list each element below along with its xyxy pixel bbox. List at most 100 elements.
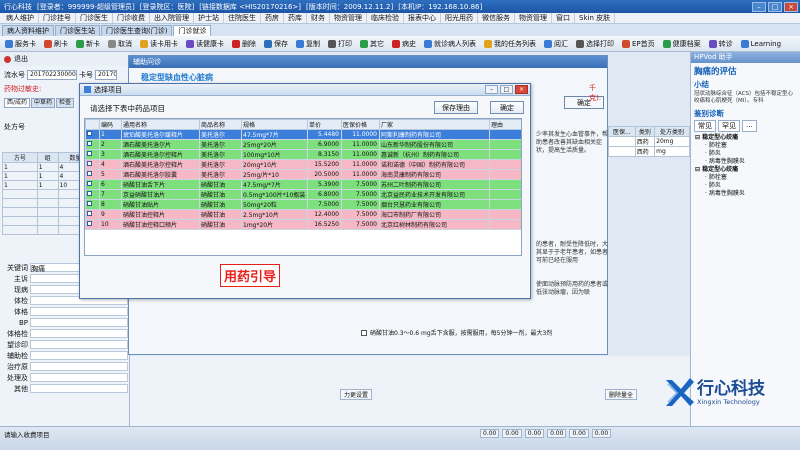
checkbox-icon[interactable] — [87, 201, 92, 206]
maximize-button[interactable]: □ — [768, 1, 782, 12]
row-checkbox-cell[interactable] — [85, 199, 100, 210]
note-field[interactable] — [30, 351, 128, 360]
row-checkbox-cell[interactable] — [85, 159, 100, 170]
menu-item[interactable]: 报表中心 — [404, 13, 441, 23]
note-field[interactable] — [30, 318, 128, 327]
note-field[interactable] — [30, 340, 128, 349]
card-input[interactable]: 2017022 — [95, 70, 117, 80]
toolbar-button[interactable]: 打印 — [325, 37, 355, 50]
tree-item[interactable]: · 肺栓塞 — [695, 142, 796, 150]
menu-item[interactable]: 微信服务 — [478, 13, 515, 23]
assistant-tab[interactable]: 罕见 — [718, 120, 740, 132]
note-field[interactable] — [30, 307, 128, 316]
row-checkbox-cell[interactable] — [85, 219, 100, 230]
drug-reason[interactable] — [489, 149, 521, 160]
drug-header[interactable]: 单价 — [307, 119, 342, 130]
setting-button[interactable]: 力更设置 — [340, 389, 373, 400]
row-checkbox-cell[interactable] — [85, 149, 100, 160]
drug-header[interactable]: 规格 — [241, 119, 308, 130]
drug-header[interactable]: 商品名称 — [199, 119, 242, 130]
table-row[interactable]: 5 酒石酸美托洛尔胶囊 美托洛尔 25mg/片*10 20.5000 11.0000 海南灵… — [85, 169, 521, 180]
tree-item[interactable]: ⊟ 稳定型心绞痛 — [695, 166, 796, 174]
menu-item[interactable]: 物资管理 — [330, 13, 367, 23]
menu-item[interactable]: 药房 — [261, 13, 284, 23]
note-field[interactable] — [30, 373, 128, 382]
doc-tab[interactable]: 门诊医生查询(门诊) — [101, 25, 173, 36]
table-row[interactable]: 7 京益硝酸甘油片 硝酸甘油 0.5mg*100片*10瓶装 6.8000 7.5000 北… — [85, 189, 521, 200]
note-field[interactable] — [30, 329, 128, 338]
toolbar-button[interactable]: 删除 — [229, 37, 259, 50]
drug-reason[interactable] — [489, 169, 521, 180]
drug-reason[interactable] — [489, 159, 521, 170]
menu-item[interactable]: 阳光用药 — [441, 13, 478, 23]
table-row[interactable]: 3 酒石酸美托洛尔控释片 美托洛尔 100mg*10片 8.3150 11.0000 惠诚新… — [85, 149, 521, 160]
toolbar-button[interactable]: 我的任务列表 — [481, 37, 539, 50]
tree-item[interactable]: · 肺炎 — [695, 182, 796, 190]
menu-item[interactable]: 临床检验 — [367, 13, 404, 23]
checkbox-icon[interactable] — [87, 221, 92, 226]
drug-header[interactable]: 厂家 — [379, 119, 490, 130]
dialog-minimize-button[interactable]: – — [485, 85, 498, 94]
menu-item[interactable]: 财务 — [307, 13, 330, 23]
left-tab[interactable]: 西/成药 — [4, 98, 31, 108]
delete-all-button[interactable]: 删除量全 — [605, 389, 638, 400]
toolbar-button[interactable]: 健康档案 — [660, 37, 704, 50]
menu-item[interactable]: 物资管理 — [515, 13, 552, 23]
menu-item[interactable]: 窗口 — [552, 13, 575, 23]
menu-item[interactable]: 药库 — [284, 13, 307, 23]
toolbar-button[interactable]: 就诊病人列表 — [421, 37, 479, 50]
dialog-maximize-button[interactable]: □ — [500, 85, 513, 94]
table-row[interactable]: 9 硝酸甘油控释片 硝酸甘油 2.5mg*10片 12.4000 7.5000 海口市制药厂… — [85, 209, 521, 220]
tree-item[interactable]: · 病毒性胸膜炎 — [695, 190, 796, 198]
exit-button[interactable]: 退出 — [14, 54, 28, 64]
doc-tab[interactable]: 病人资料维护 — [2, 25, 54, 36]
drug-header[interactable]: 通用名称 — [121, 119, 200, 130]
checkbox-icon[interactable] — [87, 181, 92, 186]
close-button[interactable]: × — [784, 1, 798, 12]
toolbar-button[interactable]: 选择打印 — [573, 37, 617, 50]
dialog-ok-button[interactable]: 确定 — [490, 101, 524, 114]
table-row[interactable]: 2 酒石酸美托洛尔片 美托洛尔 25mg*20片 6.9000 11.0000 山东新华制药… — [85, 139, 521, 150]
tree-item[interactable]: ⊟ 稳定型心绞痛 — [695, 134, 796, 142]
drug-header[interactable]: 理由 — [489, 119, 521, 130]
checkbox-icon[interactable] — [87, 171, 92, 176]
row-checkbox-cell[interactable] — [85, 129, 100, 140]
tree-item[interactable]: · 肺栓塞 — [695, 174, 796, 182]
checkbox-icon[interactable] — [87, 211, 92, 216]
drug-header[interactable]: 医保价格 — [341, 119, 380, 130]
menu-item[interactable]: 住院医生 — [224, 13, 261, 23]
drug-reason[interactable] — [489, 189, 521, 200]
table-row[interactable]: 10 硝酸甘油控释口颊片 硝酸甘油 1mg*20片 16.5250 7.5000 北京红树林… — [85, 219, 521, 230]
drug-reason[interactable] — [489, 129, 521, 140]
table-row[interactable]: 西药 mg — [608, 146, 690, 157]
toolbar-button[interactable]: 新卡 — [73, 37, 103, 50]
menu-item[interactable]: 门诊医生 — [76, 13, 113, 23]
toolbar-button[interactable]: 转诊 — [706, 37, 736, 50]
toolbar-button[interactable]: 读卡用卡 — [137, 37, 181, 50]
dialog-close-button[interactable]: × — [515, 85, 528, 94]
drug-header[interactable]: 编码 — [99, 119, 122, 130]
checkbox-icon[interactable] — [87, 131, 92, 136]
left-tab[interactable]: 中草药 — [31, 98, 56, 108]
table-row[interactable]: 西药 20mg — [608, 136, 690, 147]
checkbox-icon[interactable] — [87, 151, 92, 156]
minimize-button[interactable]: – — [752, 1, 766, 12]
toolbar-button[interactable]: 其它 — [357, 37, 387, 50]
assistant-tab[interactable]: 常见 — [694, 120, 716, 132]
menu-item[interactable]: 门诊收费 — [113, 13, 150, 23]
left-tab[interactable]: 检查 — [56, 98, 75, 108]
toolbar-button[interactable]: 保存 — [261, 37, 291, 50]
toolbar-button[interactable]: 服务卡 — [2, 37, 39, 50]
menu-item[interactable]: 护士站 — [194, 13, 224, 23]
toolbar-button[interactable]: 读健康卡 — [183, 37, 227, 50]
checkbox-icon[interactable] — [87, 141, 92, 146]
row-checkbox-cell[interactable] — [85, 179, 100, 190]
table-row[interactable]: 8 硝酸甘油贴片 硝酸甘油 50mg*20粒 7.5000 7.5000 烟台只慧药业有限公… — [85, 199, 521, 210]
tree-item[interactable]: · 肺炎 — [695, 150, 796, 158]
drug-reason[interactable] — [489, 139, 521, 150]
toolbar-button[interactable]: 刷卡 — [41, 37, 71, 50]
table-row[interactable]: 4 酒石酸美托洛尔控释片 美托洛尔 20mg*10片 15.5200 11.0000 诺和诺… — [85, 159, 521, 170]
serial-input[interactable]: 2017022300001 — [27, 70, 77, 80]
drug-reason[interactable] — [489, 199, 521, 210]
checkbox-icon[interactable] — [87, 191, 92, 196]
